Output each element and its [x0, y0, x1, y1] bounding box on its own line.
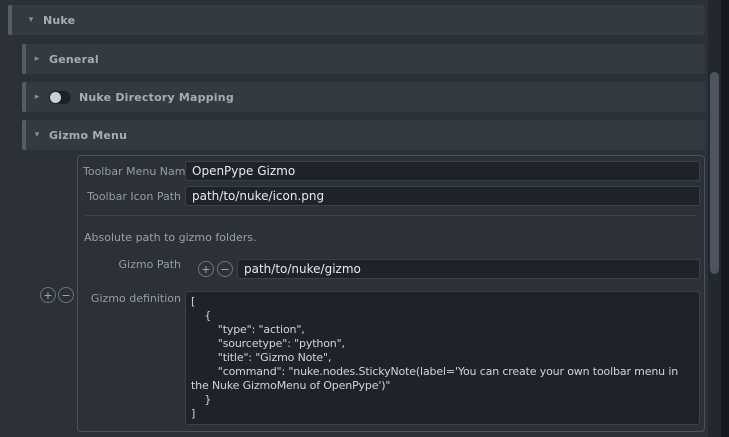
section-label-general: General [49, 53, 99, 66]
toolbar-menu-name-input[interactable] [185, 161, 700, 181]
gizmo-definition-label: Gizmo definition [83, 292, 181, 305]
gizmo-path-add-button[interactable]: + [198, 261, 214, 277]
toggle-knob [50, 92, 61, 103]
section-header-nuke-directory-mapping[interactable]: ▸ Nuke Directory Mapping [22, 82, 705, 112]
gizmo-path-input[interactable] [237, 259, 700, 279]
toolbar-icon-path-label: Toolbar Icon Path [83, 190, 181, 203]
gizmo-path-remove-button[interactable]: − [217, 261, 233, 277]
scrollbar-thumb[interactable] [710, 72, 719, 274]
chevron-right-icon: ▸ [31, 92, 43, 102]
section-header-gizmo-menu[interactable]: ▾ Gizmo Menu [22, 120, 705, 150]
gizmo-menu-add-button[interactable]: + [40, 287, 56, 303]
gizmo-path-description: Absolute path to gizmo folders. [84, 231, 257, 244]
section-header-general[interactable]: ▸ General [22, 44, 705, 74]
right-edge-strip [721, 0, 729, 437]
section-header-nuke[interactable]: ▾ Nuke [8, 5, 705, 35]
plus-icon: + [43, 289, 52, 302]
chevron-down-icon: ▾ [31, 130, 43, 140]
section-label-nuke-directory-mapping: Nuke Directory Mapping [79, 91, 234, 104]
minus-icon: − [220, 263, 229, 276]
chevron-right-icon: ▸ [31, 54, 43, 64]
gizmo-definition-textarea[interactable]: [ { "type": "action", "sourcetype": "pyt… [185, 291, 700, 425]
section-divider [85, 215, 697, 216]
gizmo-menu-remove-button[interactable]: − [58, 287, 74, 303]
minus-icon: − [61, 289, 70, 302]
settings-page: ▾ Nuke ▸ General ▸ Nuke Directory Mappin… [0, 0, 729, 437]
toolbar-icon-path-input[interactable] [185, 186, 700, 206]
scrollbar-track[interactable] [708, 0, 721, 437]
section-label-nuke: Nuke [43, 14, 75, 27]
toolbar-menu-name-label: Toolbar Menu Name [83, 165, 181, 178]
nuke-directory-mapping-toggle[interactable] [49, 91, 71, 104]
plus-icon: + [201, 263, 210, 276]
chevron-down-icon: ▾ [25, 15, 37, 25]
section-label-gizmo-menu: Gizmo Menu [49, 129, 127, 142]
gizmo-path-label: Gizmo Path [83, 258, 181, 271]
